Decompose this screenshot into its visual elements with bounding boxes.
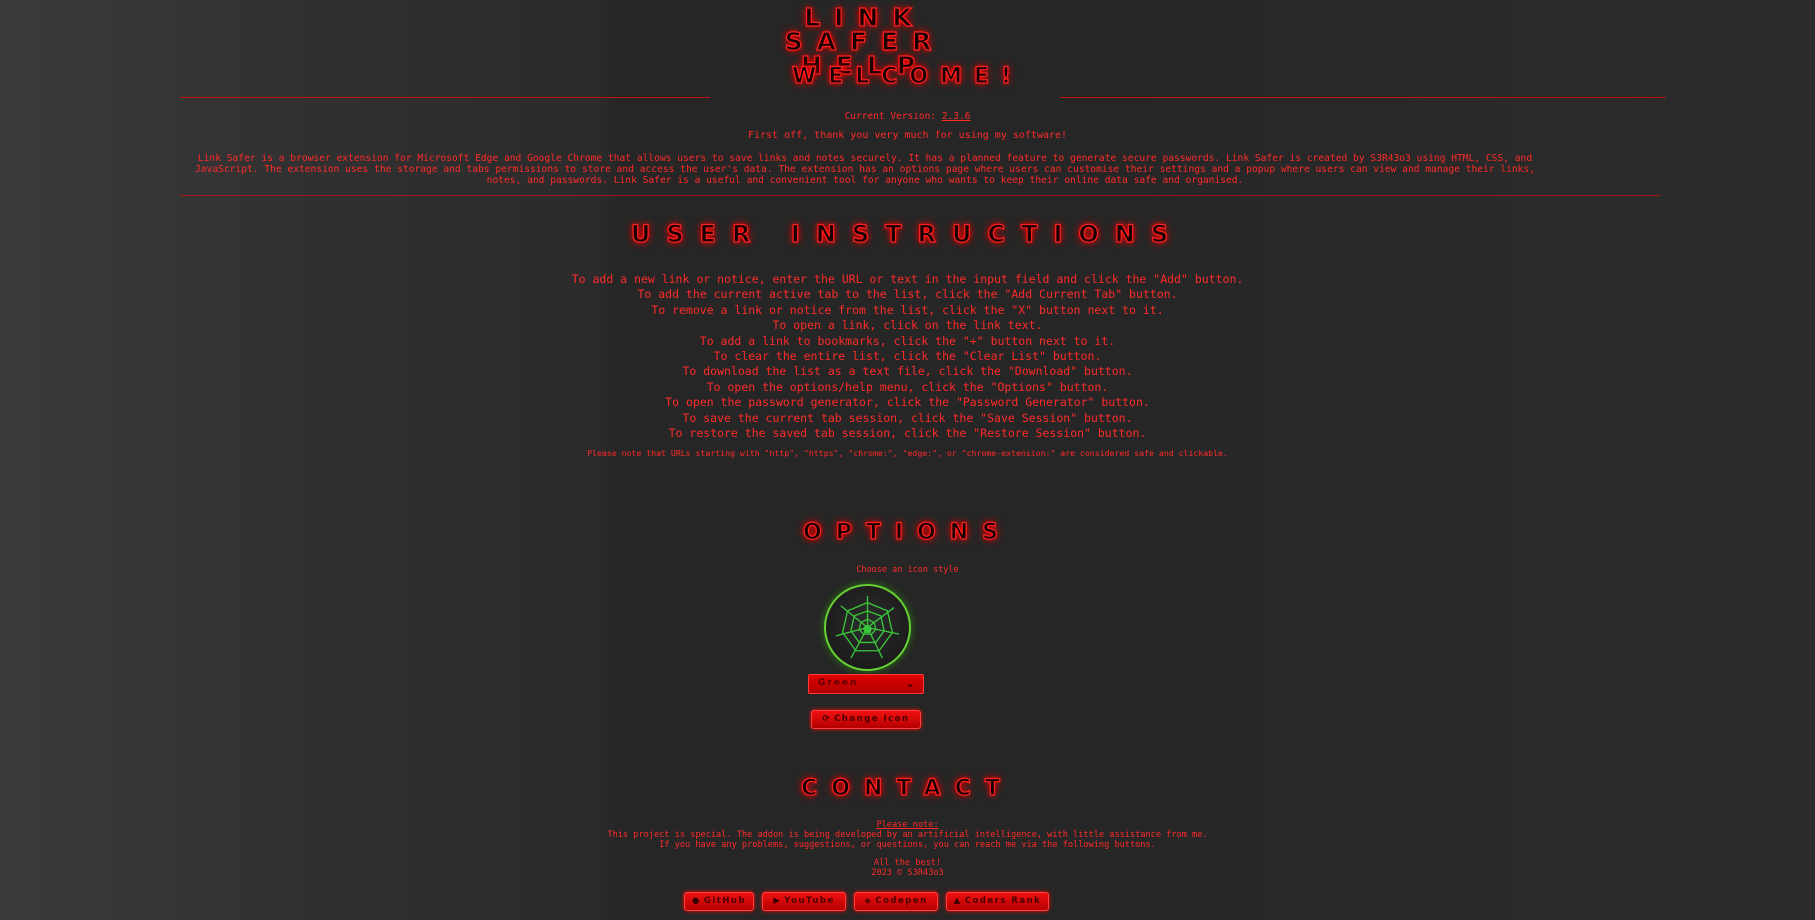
divider [1060, 97, 1666, 98]
trophy-icon: ▲ [953, 896, 962, 906]
icon-preview [824, 584, 911, 671]
icon-style-select[interactable]: Green ⌄ [808, 674, 924, 694]
instruction-item: To restore the saved tab session, click … [668, 426, 1147, 441]
instruction-item: To remove a link or notice from the list… [651, 302, 1164, 317]
github-icon: ● [691, 896, 701, 906]
description-text: Link Safer is a browser extension for Mi… [195, 153, 1536, 186]
version-line: Current Version: 2.3.6 [0, 111, 1815, 122]
instruction-item: To clear the entire list, click the "Cle… [713, 349, 1102, 364]
github-label: GitHub [703, 896, 747, 906]
instruction-item: To save the current tab session, click t… [682, 410, 1133, 425]
instruction-item: To download the list as a text file, cli… [682, 364, 1133, 379]
choose-icon-label: Choose an icon style [856, 565, 959, 575]
divider [180, 195, 1660, 196]
select-value: Green [818, 678, 859, 688]
codepen-label: Codepen [875, 896, 928, 906]
welcome-heading: Welcome! [791, 63, 1024, 89]
thanks-text: First off, thank you very much for using… [747, 130, 1068, 141]
copyright-text: 2023 © S3R43o3 [871, 868, 944, 878]
instruction-item: To add a new link or notice, enter the U… [571, 272, 1244, 286]
change-icon-label: Change Icon [834, 714, 910, 724]
urls-note: Please note that URLs starting with "htt… [587, 448, 1228, 458]
options-heading: Options [802, 519, 1012, 545]
instruction-item: To open the password generator, click th… [665, 395, 1150, 410]
codepen-icon: ◈ [864, 896, 873, 906]
change-icon-button[interactable]: ⟳ Change Icon [811, 710, 921, 729]
instructions-list: To add a new link or notice, enter the U… [0, 272, 1815, 441]
contact-line: This project is special. The addon is be… [607, 830, 1208, 840]
youtube-button[interactable]: ▶ YouTube [762, 892, 846, 911]
github-button[interactable]: ● GitHub [684, 892, 754, 911]
instructions-heading: User Instructions [630, 219, 1185, 248]
codersrank-button[interactable]: ▲ Coders Rank [946, 892, 1049, 911]
youtube-icon: ▶ [773, 896, 782, 906]
youtube-label: YouTube [784, 896, 835, 906]
chevron-down-icon: ⌄ [905, 677, 917, 690]
contact-text: Please note: This project is special. Th… [0, 820, 1815, 878]
divider [180, 97, 710, 98]
instruction-item: To open the options/help menu, click the… [706, 379, 1109, 394]
please-note-title: Please note: [876, 820, 939, 830]
codepen-button[interactable]: ◈ Codepen [854, 892, 938, 911]
version-link[interactable]: 2.3.6 [942, 111, 971, 122]
codersrank-label: Coders Rank [964, 896, 1042, 906]
instruction-item: To add a link to bookmarks, click the "+… [699, 333, 1116, 348]
instruction-item: To open a link, click on the link text. [772, 318, 1043, 333]
refresh-icon: ⟳ [822, 714, 832, 724]
instruction-item: To add the current active tab to the lis… [637, 287, 1178, 302]
spider-web-icon [835, 595, 900, 659]
version-label: Current Version: [844, 111, 937, 122]
best-text: All the best! [873, 858, 942, 868]
contact-heading: Contact [801, 775, 1014, 801]
contact-line: If you have any problems, suggestions, o… [659, 840, 1156, 850]
